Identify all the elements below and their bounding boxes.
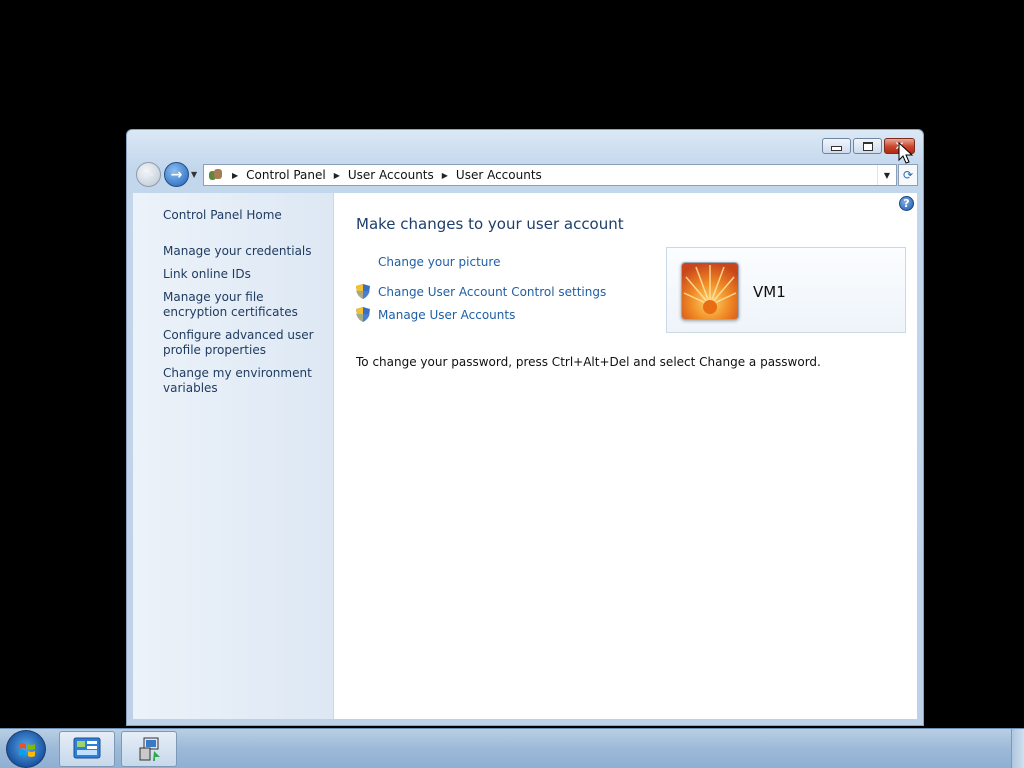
- chevron-right-icon[interactable]: ▶: [232, 171, 238, 180]
- navigation-bar: ← → ▼ ▶ Control Panel ▶ User Accounts ▶ …: [135, 161, 918, 188]
- recent-pages-dropdown[interactable]: ▼: [191, 170, 197, 179]
- back-button[interactable]: ←: [136, 162, 161, 187]
- user-card: VM1: [666, 247, 906, 333]
- address-dropdown-button[interactable]: ▼: [877, 165, 896, 185]
- help-button[interactable]: ?: [899, 196, 914, 211]
- user-picture[interactable]: [681, 262, 739, 320]
- sidebar: Control Panel Home Manage your credentia…: [133, 193, 334, 719]
- sidebar-item-manage-credentials[interactable]: Manage your credentials: [163, 244, 323, 259]
- control-panel-icon: [73, 737, 101, 759]
- chevron-right-icon[interactable]: ▶: [334, 171, 340, 180]
- forward-arrow-icon: →: [170, 166, 183, 183]
- user-accounts-window: ✕ ← → ▼ ▶ Control Panel ▶ User Accounts …: [126, 129, 924, 726]
- breadcrumb-user-accounts-current[interactable]: User Accounts: [456, 168, 542, 182]
- manage-user-accounts-link[interactable]: Manage User Accounts: [356, 307, 515, 322]
- task-label: Manage User Accounts: [378, 307, 516, 322]
- breadcrumb-control-panel[interactable]: Control Panel: [246, 168, 326, 182]
- windows-logo-icon: [19, 743, 35, 757]
- user-name: VM1: [753, 283, 786, 301]
- chevron-right-icon[interactable]: ▶: [442, 171, 448, 180]
- task-label: Change User Account Control settings: [378, 284, 607, 299]
- sidebar-item-control-panel-home[interactable]: Control Panel Home: [163, 208, 323, 223]
- taskbar-network-installer-button[interactable]: [121, 731, 177, 767]
- back-arrow-icon: ←: [142, 166, 155, 183]
- start-button[interactable]: [6, 730, 46, 768]
- minimize-icon: [831, 145, 842, 151]
- change-picture-link[interactable]: Change your picture: [378, 255, 500, 269]
- help-icon: ?: [903, 197, 910, 210]
- uac-settings-link[interactable]: Change User Account Control settings: [356, 284, 606, 299]
- taskbar: [0, 728, 1024, 768]
- maximize-button[interactable]: [853, 138, 882, 154]
- sidebar-item-file-encryption[interactable]: Manage your file encryption certificates: [163, 290, 323, 320]
- show-desktop-button[interactable]: [1011, 729, 1024, 768]
- forward-button[interactable]: →: [164, 162, 189, 187]
- network-installer-icon: [139, 737, 160, 761]
- task-label: Change your picture: [378, 255, 501, 269]
- uac-shield-icon: [356, 284, 370, 299]
- main-panel: ? Make changes to your user account Chan…: [334, 193, 917, 719]
- mouse-cursor-icon: [898, 142, 914, 164]
- password-info-text: To change your password, press Ctrl+Alt+…: [356, 355, 821, 369]
- refresh-button[interactable]: ⟳: [898, 164, 918, 186]
- sidebar-item-link-online-ids[interactable]: Link online IDs: [163, 267, 323, 282]
- sidebar-item-advanced-profile[interactable]: Configure advanced user profile properti…: [163, 328, 323, 358]
- minimize-button[interactable]: [822, 138, 851, 154]
- taskbar-control-panel-button[interactable]: [59, 731, 115, 767]
- refresh-icon: ⟳: [902, 168, 914, 182]
- sidebar-item-environment-variables[interactable]: Change my environment variables: [163, 366, 323, 396]
- breadcrumb-user-accounts[interactable]: User Accounts: [348, 168, 434, 182]
- maximize-icon: [862, 141, 873, 151]
- page-title: Make changes to your user account: [356, 215, 624, 233]
- address-bar[interactable]: ▶ Control Panel ▶ User Accounts ▶ User A…: [203, 164, 897, 186]
- uac-shield-icon: [356, 307, 370, 322]
- content-area: Control Panel Home Manage your credentia…: [133, 193, 917, 719]
- control-panel-icon: [208, 168, 224, 182]
